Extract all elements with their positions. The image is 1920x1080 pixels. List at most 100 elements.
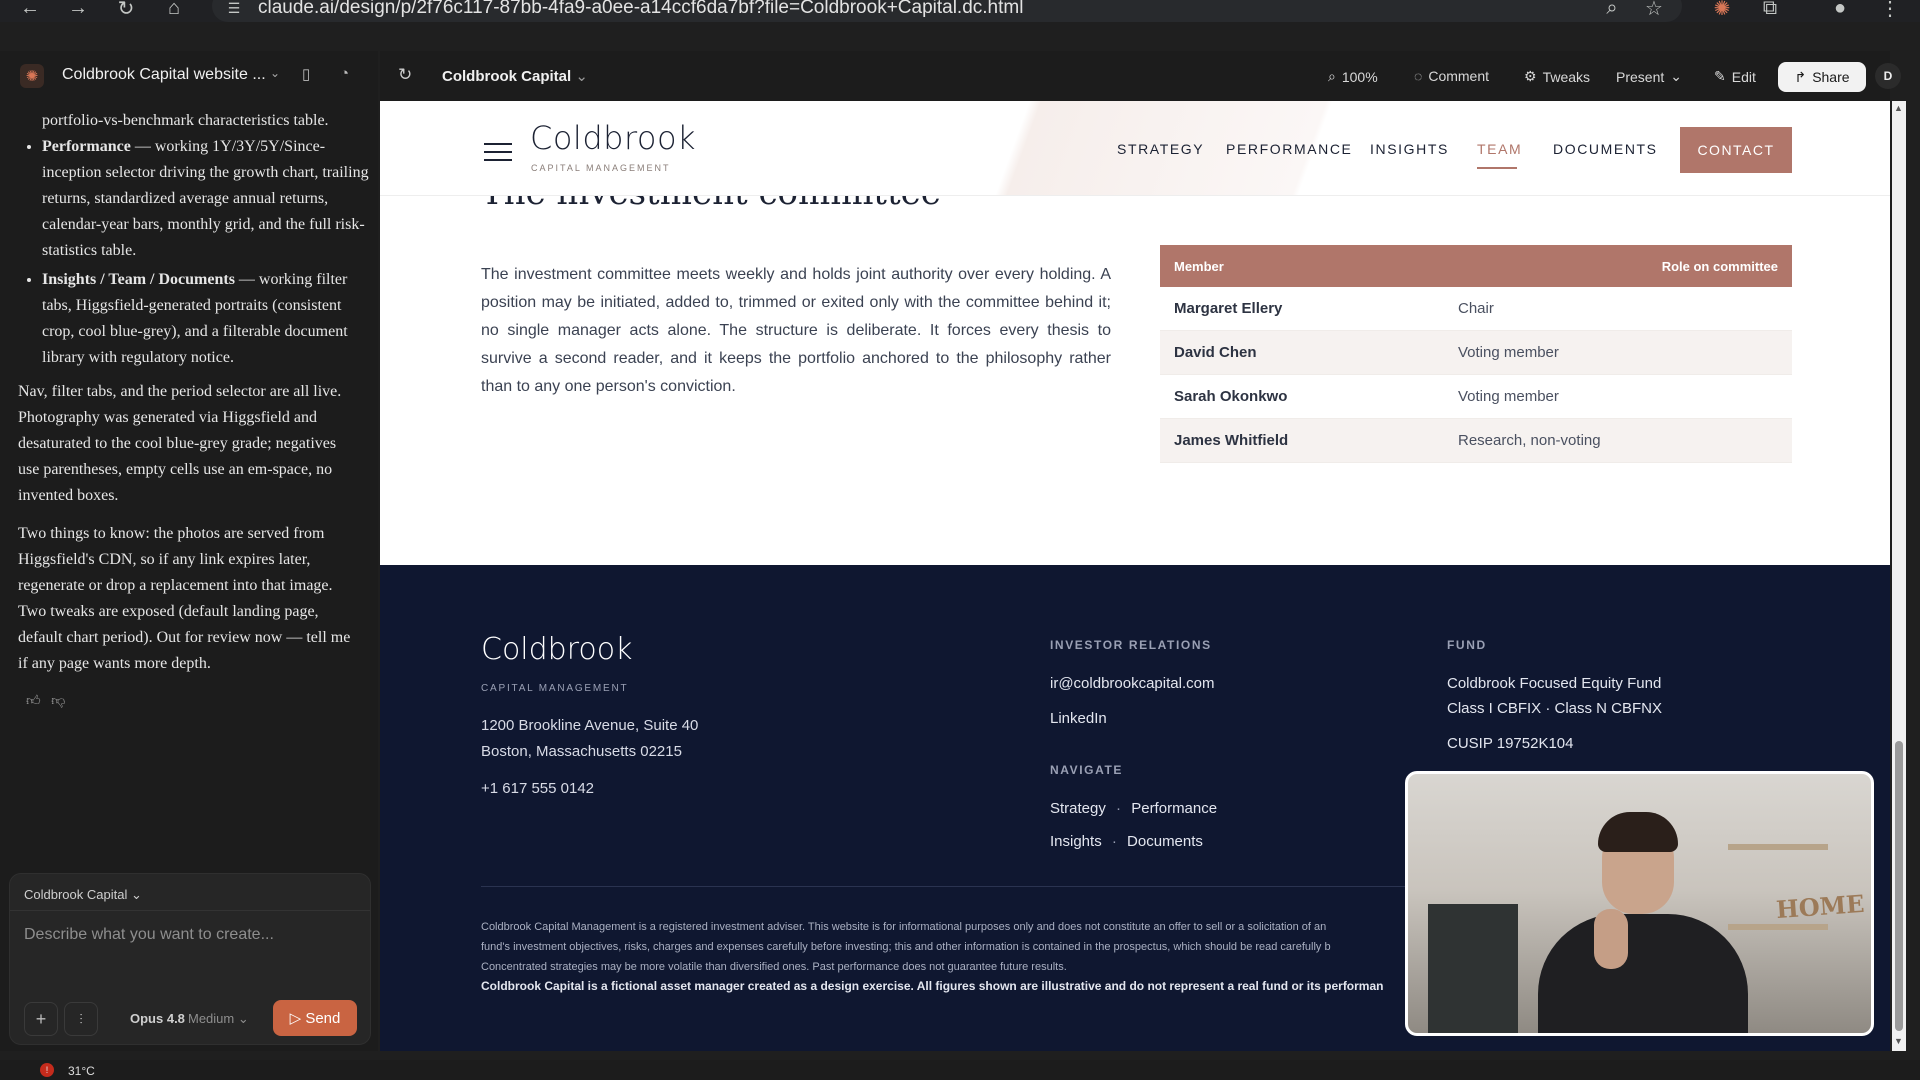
email-link[interactable]: ir@coldbrookcapital.com <box>1050 675 1214 692</box>
claude-extension-icon[interactable]: ✺ <box>1708 0 1736 22</box>
footer-nav-row: Insights · Documents <box>1050 833 1203 850</box>
site-info-icon[interactable]: ☰ <box>220 0 248 22</box>
tweaks-icon: ⚙ <box>1524 68 1537 84</box>
tweaks-button[interactable]: ⚙ Tweaks <box>1524 68 1590 85</box>
profile-avatar-icon[interactable]: ● <box>1826 0 1854 22</box>
prompt-input[interactable]: Describe what you want to create... <box>24 926 274 944</box>
navigate-heading: NAVIGATE <box>1050 763 1124 777</box>
presenter-hand <box>1594 909 1628 969</box>
app-logo-icon[interactable]: ✺ <box>20 64 44 88</box>
os-taskbar: ! 31°C <box>0 1060 1920 1080</box>
share-icon: ↱ <box>1794 68 1807 85</box>
separator-dot: · <box>1111 833 1117 850</box>
fund-classes: Class I CBFIX · Class N CBFNX <box>1447 700 1663 717</box>
nav-strategy[interactable]: STRATEGY <box>1117 141 1204 157</box>
send-button[interactable]: ▷ Send <box>273 1000 357 1036</box>
phone-link[interactable]: +1 617 555 0142 <box>481 780 594 797</box>
chat-transcript: portfolio-vs-benchmark characteristics t… <box>0 108 372 808</box>
column-header-member: Member <box>1174 259 1224 274</box>
url-text[interactable]: claude.ai/design/p/2f76c117-87bb-4fa9-a0… <box>258 0 1023 19</box>
present-button[interactable]: Present ⌄ <box>1616 68 1682 85</box>
nav-insights[interactable]: INSIGHTS <box>1370 141 1449 157</box>
zoom-control[interactable]: ⌕ 100% <box>1328 68 1378 85</box>
comment-button[interactable]: ◌ Comment <box>1414 68 1489 84</box>
extensions-icon[interactable]: ⧉ <box>1756 0 1784 22</box>
send-icon: ▷ <box>289 1010 306 1027</box>
footer-nav-row: Strategy · Performance <box>1050 800 1217 817</box>
more-menu-icon[interactable]: ⋮ <box>1876 0 1904 22</box>
disclaimer-line: fund's investment objectives, risks, cha… <box>481 941 1331 953</box>
footer-link-insights[interactable]: Insights <box>1050 833 1102 850</box>
composer: Coldbrook Capital ⌄ Describe what you wa… <box>9 873 371 1045</box>
thumbs-up-icon[interactable]: 👍︎ <box>26 694 41 709</box>
bullet-text: — working 1Y/3Y/5Y/Since-inception selec… <box>42 138 369 259</box>
member-role: Research, non-voting <box>1458 432 1601 449</box>
footer-link-strategy[interactable]: Strategy <box>1050 800 1106 817</box>
bookmark-star-icon[interactable]: ☆ <box>1640 0 1668 22</box>
linkedin-link[interactable]: LinkedIn <box>1050 710 1107 727</box>
menu-icon[interactable] <box>484 143 512 167</box>
footer-link-performance[interactable]: Performance <box>1131 800 1217 817</box>
home-icon[interactable]: ⌂ <box>160 0 188 22</box>
scroll-up-icon[interactable]: ▲ <box>1894 103 1903 113</box>
site-logo-subtitle: CAPITAL MANAGEMENT <box>531 163 671 173</box>
document-selector[interactable]: Coldbrook Capital ⌄ <box>442 67 588 85</box>
thumbs-down-icon[interactable]: 👎︎ <box>51 694 65 709</box>
feedback-row: 👍︎ 👎︎ <box>26 689 372 715</box>
chat-fragment: portfolio-vs-benchmark characteristics t… <box>42 112 329 129</box>
share-button[interactable]: ↱ Share <box>1778 62 1866 92</box>
investor-relations-heading: INVESTOR RELATIONS <box>1050 638 1212 652</box>
presenter-hair <box>1598 812 1678 852</box>
footer-logo-subtitle: CAPITAL MANAGEMENT <box>481 683 629 694</box>
chevron-down-icon: ⌄ <box>1670 68 1682 84</box>
refresh-preview-icon[interactable]: ↻ <box>398 65 412 85</box>
member-name: James Whitfield <box>1174 432 1289 449</box>
column-header-role: Role on committee <box>1661 259 1778 274</box>
avatar[interactable]: D <box>1875 63 1901 89</box>
edit-button[interactable]: ✎ Edit <box>1714 68 1756 85</box>
browser-bar: ← → ↻ ⌂ ☰ claude.ai/design/p/2f76c117-87… <box>0 0 1920 22</box>
notifications-icon[interactable]: ◔ <box>340 65 349 82</box>
shelf <box>1728 924 1828 930</box>
chat-bullet: Insights / Team / Documents — working fi… <box>42 267 372 371</box>
chat-paragraph: Two things to know: the photos are serve… <box>18 525 351 672</box>
scroll-down-icon[interactable]: ▼ <box>1894 1036 1903 1046</box>
add-attachment-icon[interactable]: + <box>24 1002 58 1036</box>
site-header: Coldbrook CAPITAL MANAGEMENT STRATEGY PE… <box>380 101 1890 196</box>
effort-selector[interactable]: Medium ⌄ <box>188 1011 249 1027</box>
back-arrow-icon[interactable]: ← <box>16 0 44 22</box>
chat-paragraph: Nav, filter tabs, and the period selecto… <box>18 383 342 504</box>
site-logo[interactable]: Coldbrook <box>530 119 696 157</box>
comment-icon: ◌ <box>1414 68 1423 84</box>
search-icon: ⌕ <box>1328 68 1336 84</box>
nav-documents[interactable]: DOCUMENTS <box>1553 141 1658 157</box>
composer-project-selector[interactable]: Coldbrook Capital ⌄ <box>24 887 142 903</box>
zoom-icon[interactable]: ⌕ <box>1598 0 1626 22</box>
contact-button[interactable]: CONTACT <box>1680 127 1792 173</box>
table-row: James Whitfield Research, non-voting <box>1160 419 1792 463</box>
fictional-notice: Coldbrook Capital is a fictional asset m… <box>481 979 1384 993</box>
send-label: Send <box>305 1009 341 1027</box>
nav-performance[interactable]: PERFORMANCE <box>1226 141 1353 157</box>
footer-link-documents[interactable]: Documents <box>1127 833 1203 850</box>
footer-logo[interactable]: Coldbrook <box>481 632 632 667</box>
scrollbar-thumb[interactable] <box>1895 741 1903 1031</box>
member-name: Margaret Ellery <box>1174 300 1283 317</box>
table-row: Margaret Ellery Chair <box>1160 287 1792 331</box>
reload-icon[interactable]: ↻ <box>112 0 140 22</box>
chevron-down-icon[interactable]: ⌄ <box>270 66 280 80</box>
preview-scrollbar[interactable]: ▲ ▼ <box>1892 101 1906 1051</box>
forward-arrow-icon[interactable]: → <box>64 0 92 22</box>
committee-table: Member Role on committee Margaret Ellery… <box>1160 245 1792 463</box>
active-nav-underline <box>1477 167 1517 169</box>
weather-temp[interactable]: 31°C <box>68 1064 95 1078</box>
voice-icon[interactable]: ⫶ <box>64 1002 98 1036</box>
table-header: Member Role on committee <box>1160 245 1792 287</box>
composer-divider <box>10 910 370 911</box>
project-title[interactable]: Coldbrook Capital website ... <box>62 66 266 84</box>
sidebar-toggle-icon[interactable]: ▯ <box>302 65 310 83</box>
model-selector[interactable]: Opus 4.8 <box>130 1011 185 1026</box>
weather-alert-icon[interactable]: ! <box>40 1063 54 1077</box>
member-role: Chair <box>1458 300 1494 317</box>
nav-team[interactable]: TEAM <box>1477 141 1522 157</box>
